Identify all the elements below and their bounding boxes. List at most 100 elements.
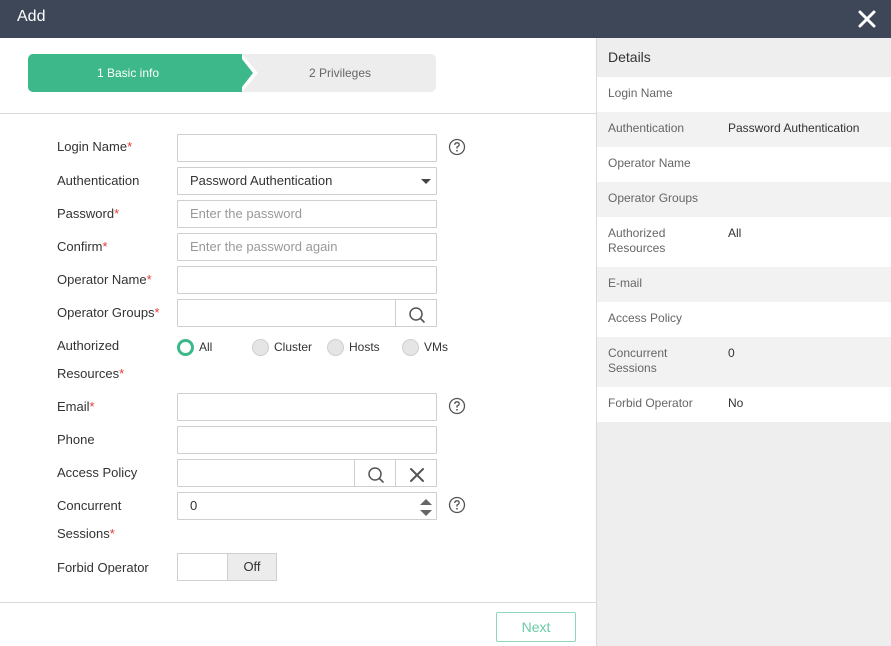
required-mark: * (102, 239, 108, 254)
help-icon[interactable] (448, 138, 466, 156)
details-key: Login Name (608, 86, 673, 100)
access-policy-search-button[interactable] (354, 459, 396, 487)
details-value: No (728, 396, 744, 410)
operator-name-input[interactable] (177, 266, 437, 294)
access-policy-clear-button[interactable] (395, 459, 437, 487)
access-policy-label: Access Policy (57, 465, 138, 480)
password-input[interactable]: Enter the password (177, 200, 437, 228)
dialog-title: Add (17, 8, 46, 25)
access-policy-input[interactable] (177, 459, 437, 487)
concurrent-sessions-value: 0 (190, 498, 198, 513)
required-mark: * (89, 399, 95, 414)
radio-all-indicator (177, 339, 194, 356)
operator-name-label: Operator Name* (57, 271, 152, 289)
details-key: Operator Groups (608, 191, 699, 205)
operator-groups-label-text: Operator Groups (57, 305, 155, 320)
authorized-resources-label-line2-wrap: Resources* (57, 365, 124, 383)
details-key: Access Policy (608, 311, 683, 325)
concurrent-sessions-label: Concurrent Sessions* (57, 497, 121, 543)
radio-cluster-indicator (252, 339, 269, 356)
details-key: Authentication (608, 121, 685, 135)
authorized-resources-label: Authorized Resources* (57, 337, 124, 383)
confirm-password-input[interactable]: Enter the password again (177, 233, 437, 261)
details-row: Operator Groups (597, 182, 891, 217)
authorized-resources-label-line2: Resources (57, 366, 120, 381)
details-row: Forbid Operator No (597, 387, 891, 422)
login-name-label-text: Login Name (57, 139, 128, 154)
toggle-state-label: Off (227, 554, 276, 580)
details-row: Authorized Resources All (597, 217, 891, 267)
details-value: 0 (728, 346, 735, 360)
authorized-resources-label-line1: Authorized (57, 338, 120, 353)
concurrent-sessions-label-line2: Sessions (57, 526, 110, 541)
operator-groups-label: Operator Groups* (57, 304, 160, 322)
required-mark: * (119, 366, 125, 381)
operator-groups-search-button[interactable] (395, 299, 437, 327)
radio-all-label: All (199, 340, 213, 354)
authentication-select[interactable]: Password Authentication (177, 167, 437, 195)
password-placeholder: Enter the password (190, 206, 303, 221)
details-key: Concurrent Sessions (608, 346, 668, 375)
next-button[interactable]: Next (496, 612, 576, 642)
divider (0, 602, 596, 603)
login-name-input[interactable] (177, 134, 437, 162)
details-key: Operator Name (608, 156, 691, 170)
details-row: Authentication Password Authentication (597, 112, 891, 147)
close-icon[interactable] (855, 7, 879, 31)
operator-groups-input[interactable] (177, 299, 437, 327)
concurrent-sessions-label-line2-wrap: Sessions* (57, 525, 121, 543)
required-mark: * (127, 139, 133, 154)
details-panel: Details Login Name Authentication Passwo… (596, 38, 891, 646)
search-icon (368, 467, 384, 483)
search-icon (409, 307, 425, 323)
radio-vms-indicator (402, 339, 419, 356)
password-label-text: Password (57, 206, 115, 221)
chevron-down-icon (421, 179, 431, 184)
step-arrow (238, 54, 253, 92)
help-icon[interactable] (448, 397, 466, 415)
required-mark: * (114, 206, 120, 221)
forbid-operator-toggle[interactable]: Off (177, 553, 277, 581)
required-mark: * (109, 526, 115, 541)
concurrent-sessions-input[interactable]: 0 (177, 492, 437, 520)
radio-cluster-label: Cluster (274, 340, 313, 354)
concurrent-sessions-label-line1: Concurrent (57, 498, 122, 513)
operator-name-label-text: Operator Name (57, 272, 147, 287)
step-basic-info[interactable]: 1 Basic info (28, 54, 258, 92)
details-key: Authorized Resources (608, 226, 666, 255)
clear-icon (410, 468, 424, 482)
email-label: Email* (57, 398, 95, 416)
dialog-titlebar: Add (0, 0, 891, 38)
details-key: E-mail (608, 276, 643, 290)
details-value: All (728, 226, 742, 240)
login-name-label: Login Name* (57, 138, 132, 156)
radio-hosts-indicator (327, 339, 344, 356)
details-row: Operator Name (597, 147, 891, 182)
authentication-value: Password Authentication (190, 173, 333, 188)
radio-vms-label: VMs (424, 340, 448, 354)
details-key: Forbid Operator (608, 396, 693, 410)
details-row: Concurrent Sessions 0 (597, 337, 891, 387)
details-row: E-mail (597, 267, 891, 302)
password-label: Password* (57, 205, 119, 223)
confirm-placeholder: Enter the password again (190, 239, 338, 254)
radio-hosts-label: Hosts (349, 340, 380, 354)
help-icon[interactable] (448, 496, 466, 514)
spinner-up-icon[interactable] (420, 499, 432, 505)
details-value: Password Authentication (728, 121, 860, 135)
spinner-down-icon[interactable] (420, 510, 432, 516)
confirm-label: Confirm* (57, 238, 108, 256)
phone-input[interactable] (177, 426, 437, 454)
form-panel: 2 Privileges 1 Basic info Login Name* Au… (0, 38, 596, 646)
required-mark: * (146, 272, 152, 287)
divider (0, 113, 596, 114)
details-row: Login Name (597, 77, 891, 112)
confirm-label-text: Confirm (57, 239, 103, 254)
authentication-label: Authentication (57, 173, 140, 188)
forbid-operator-label: Forbid Operator (57, 560, 149, 575)
email-label-text: Email (57, 399, 90, 414)
email-input[interactable] (177, 393, 437, 421)
phone-label: Phone (57, 432, 95, 447)
step-basic-info-label: 1 Basic info (96, 66, 160, 80)
step-privileges-label: 2 Privileges (308, 66, 372, 80)
